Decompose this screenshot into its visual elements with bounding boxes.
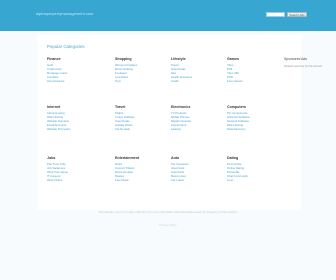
footer: This domain may be for sale. Click here … (0, 210, 336, 227)
sidebar-description: Related searches for this domain (284, 65, 322, 68)
category-link[interactable]: Life Insurance (47, 79, 95, 83)
category-block: Shopping Women's Fashion Mens Clothing Foot… (115, 57, 163, 83)
category-block: Jobs Part Time Jobs Job Vacancies Work from… (47, 156, 95, 182)
category-block: Lifestyle Travel Hotel Deals Diet Health Ins… (171, 57, 219, 83)
search-button[interactable]: Search Ads (287, 12, 307, 17)
page-title: Popular Categories (47, 44, 85, 49)
category-link[interactable]: Toys (115, 79, 163, 83)
category-block: Electronics TV Products Mobile Phones Digit… (171, 105, 219, 131)
sidebar-title: Sponsored Ads (284, 57, 307, 61)
category-link[interactable]: Credit (171, 79, 219, 83)
category-link[interactable]: Laptops (171, 127, 219, 131)
category-block: Games Xbox PS4 Xbox 360 PSN Free Games (227, 57, 275, 83)
category-block: Auto Car Insurance Used Cars Auto Parts Moto… (171, 156, 219, 182)
footer-disclaimer: This domain may be for sale. Click here … (98, 210, 238, 214)
category-link[interactable]: Free Music (115, 178, 163, 182)
domain-name[interactable]: alpinepropertymanagement.com (36, 11, 93, 16)
top-bar: alpinepropertymanagement.com Search Ads (0, 0, 336, 31)
category-link[interactable]: Car Rentals (115, 127, 163, 131)
category-block: Travel Flights Cruise Holidays Hotel Deals H… (115, 105, 163, 131)
category-link[interactable]: Data Recovery (227, 127, 275, 131)
category-link[interactable]: Car Loans (171, 178, 219, 182)
sidebar: Sponsored Ads Related searches for this … (284, 57, 334, 68)
category-link[interactable]: Free Games (227, 79, 275, 83)
category-block: Dating Find a Date Online Dating Personals C… (227, 156, 275, 182)
category-block: Computers PC Components Antivirus Software… (227, 105, 275, 131)
category-link[interactable]: Love (227, 178, 275, 182)
category-block: Internet Cloud Hosting Web Hosting Website … (47, 105, 95, 131)
category-link[interactable]: Work Online (47, 178, 95, 182)
privacy-link[interactable]: Privacy Policy (0, 223, 336, 227)
search-input[interactable] (266, 12, 285, 17)
main-panel: Popular Categories Sponsored Ads Related… (37, 35, 322, 210)
category-block: Finance Gold Credit Card Mortgage Loans Annu… (47, 57, 95, 83)
category-link[interactable]: Website Promotion (47, 127, 95, 131)
category-block: Entertainment Music Concert Tickets Movie R… (115, 156, 163, 182)
